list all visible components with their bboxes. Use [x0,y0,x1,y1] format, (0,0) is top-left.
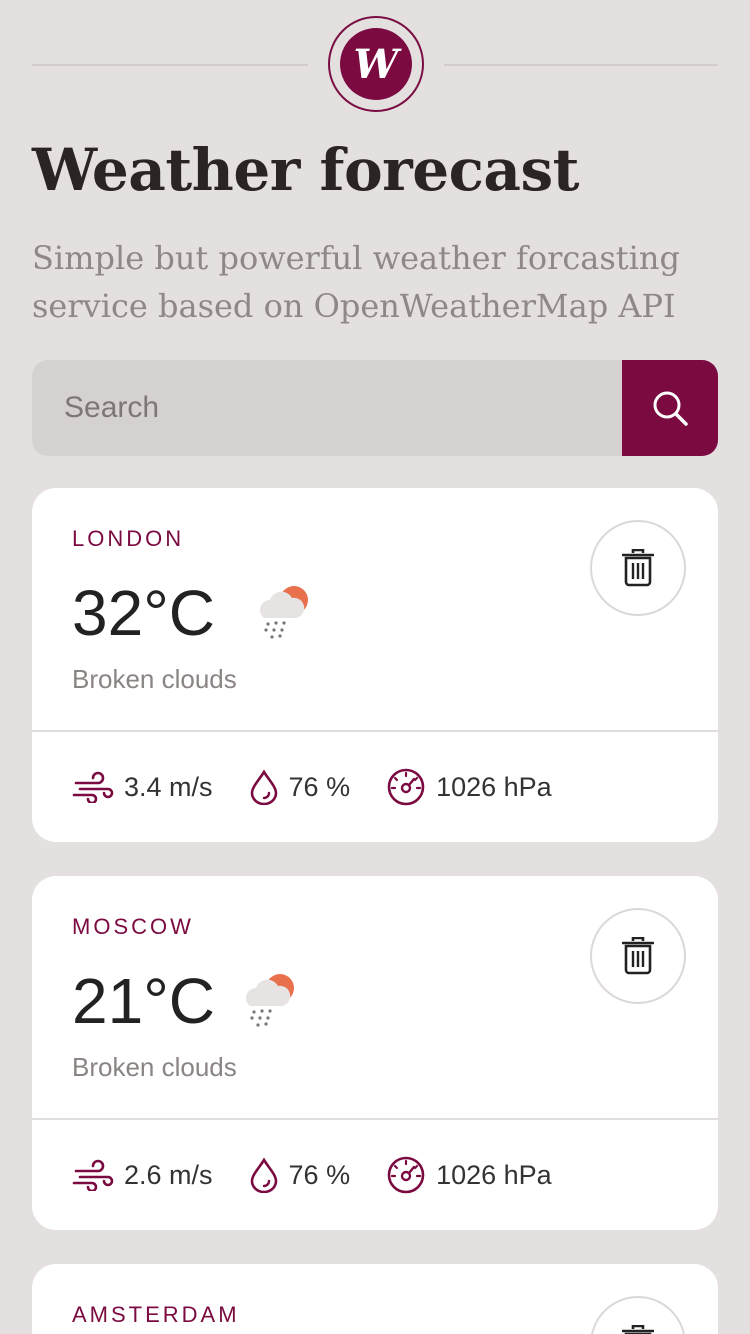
logo-row: W [32,16,718,112]
weather-condition: Broken clouds [72,1052,237,1082]
trash-icon [622,1325,654,1334]
logo-letter: W [340,28,412,100]
humidity-value: 76 % [288,771,351,802]
humidity-value: 76 % [288,1159,351,1190]
humidity-stat: 76 % [249,769,351,805]
delete-city-button[interactable] [590,908,686,1004]
trash-icon [622,549,654,587]
pressure-value: 1026 hPa [436,771,552,802]
pressure-value: 1026 hPa [436,1159,552,1190]
humidity-drop-icon [249,769,279,805]
delete-city-button[interactable] [590,1296,686,1334]
city-name: AMSTERDAM [72,1302,240,1327]
temperature: 21°C [72,965,215,1037]
city-card-amsterdam: AMSTERDAM [32,1264,718,1334]
weather-condition: Broken clouds [72,664,237,694]
city-card-moscow: MOSCOW 21°C Broken clouds 2.6 m/s 76 % 1… [32,876,718,1230]
delete-city-button[interactable] [590,520,686,616]
wind-icon [72,771,114,803]
search-input[interactable] [32,360,622,456]
humidity-stat: 76 % [249,1157,351,1193]
pressure-stat: 1026 hPa [386,1155,552,1195]
logo-icon: W [328,16,424,112]
temperature: 32°C [72,577,215,649]
wind-stat: 3.4 m/s [72,771,213,803]
search-button[interactable] [622,360,718,456]
pressure-stat: 1026 hPa [386,767,552,807]
page-subtitle: Simple but powerful weather forcasting s… [32,239,680,325]
wind-icon [72,1159,114,1191]
divider-right [444,64,718,66]
city-card-london: LONDON 32°C Broken clouds 3.4 m/s 76 % 1… [32,488,718,842]
cloud-rain-sun-icon [246,974,294,1027]
divider-left [32,64,308,66]
page-title: Weather forecast [32,136,579,204]
search-bar [32,360,718,456]
wind-stat: 2.6 m/s [72,1159,213,1191]
city-name: LONDON [72,526,185,551]
pressure-gauge-icon [386,1155,426,1195]
wind-value: 3.4 m/s [124,771,213,802]
wind-value: 2.6 m/s [124,1159,213,1190]
cloud-rain-sun-icon [260,586,308,639]
humidity-drop-icon [249,1157,279,1193]
trash-icon [622,937,654,975]
pressure-gauge-icon [386,767,426,807]
city-name: MOSCOW [72,914,194,939]
search-icon [653,391,688,426]
